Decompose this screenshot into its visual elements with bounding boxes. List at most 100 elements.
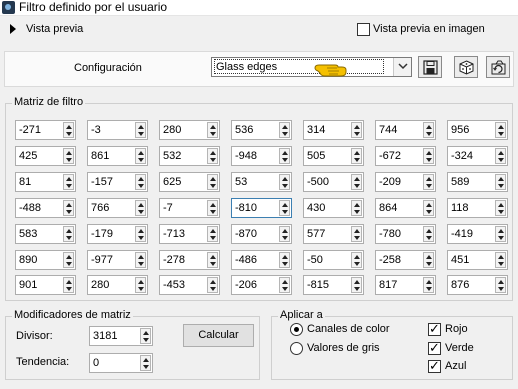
green-checkbox[interactable] xyxy=(428,340,441,356)
matrix-cell-spinner-arrows[interactable] xyxy=(351,200,362,216)
blue-label[interactable]: Azul xyxy=(445,359,466,374)
matrix-cell[interactable]: 956 xyxy=(447,120,508,140)
matrix-cell[interactable]: 81 xyxy=(15,172,76,192)
matrix-cell-value[interactable]: 118 xyxy=(451,201,469,216)
image-preview-checkbox[interactable] xyxy=(357,23,370,36)
matrix-cell-spinner-arrows[interactable] xyxy=(207,148,218,164)
matrix-cell[interactable]: 625 xyxy=(159,172,220,192)
matrix-cell-value[interactable]: -271 xyxy=(19,123,41,138)
matrix-cell-spinner-arrows[interactable] xyxy=(63,252,74,268)
matrix-cell[interactable]: 425 xyxy=(15,146,76,166)
matrix-cell-spinner-arrows[interactable] xyxy=(351,148,362,164)
matrix-cell[interactable]: 766 xyxy=(87,198,148,218)
matrix-cell-value[interactable]: 53 xyxy=(235,175,247,190)
matrix-cell[interactable]: 577 xyxy=(303,224,364,244)
matrix-cell-value[interactable]: -179 xyxy=(91,227,113,242)
matrix-cell[interactable]: 314 xyxy=(303,120,364,140)
matrix-cell-value[interactable]: 625 xyxy=(163,175,181,190)
matrix-cell-value[interactable]: 766 xyxy=(91,201,109,216)
matrix-cell-value[interactable]: -324 xyxy=(451,149,473,164)
matrix-cell[interactable]: -157 xyxy=(87,172,148,192)
reset-button[interactable] xyxy=(486,56,510,78)
matrix-cell[interactable]: 451 xyxy=(447,250,508,270)
matrix-cell[interactable]: -672 xyxy=(375,146,436,166)
matrix-cell-value[interactable]: -209 xyxy=(379,175,401,190)
matrix-cell-spinner-arrows[interactable] xyxy=(135,122,146,138)
matrix-cell[interactable]: -948 xyxy=(231,146,292,166)
matrix-cell-spinner-arrows[interactable] xyxy=(63,122,74,138)
matrix-cell[interactable]: 532 xyxy=(159,146,220,166)
matrix-cell[interactable]: -209 xyxy=(375,172,436,192)
matrix-cell-spinner-arrows[interactable] xyxy=(495,252,506,268)
matrix-cell-spinner-arrows[interactable] xyxy=(351,277,362,293)
matrix-cell-value[interactable]: 425 xyxy=(19,149,37,164)
matrix-cell[interactable]: -870 xyxy=(231,224,292,244)
matrix-cell-spinner-arrows[interactable] xyxy=(135,174,146,190)
matrix-cell-spinner-arrows[interactable] xyxy=(423,174,434,190)
matrix-cell-spinner-arrows[interactable] xyxy=(279,226,290,242)
matrix-cell-spinner-arrows[interactable] xyxy=(423,277,434,293)
matrix-cell-value[interactable]: -488 xyxy=(19,201,41,216)
matrix-cell[interactable]: -3 xyxy=(87,120,148,140)
matrix-cell-value[interactable]: -672 xyxy=(379,149,401,164)
matrix-cell[interactable]: 536 xyxy=(231,120,292,140)
matrix-cell-spinner-arrows[interactable] xyxy=(135,148,146,164)
matrix-cell[interactable]: 901 xyxy=(15,275,76,295)
color-channels-label[interactable]: Canales de color xyxy=(307,322,390,337)
matrix-cell-spinner-arrows[interactable] xyxy=(135,277,146,293)
matrix-cell-spinner-arrows[interactable] xyxy=(135,252,146,268)
matrix-cell-value[interactable]: -486 xyxy=(235,253,257,268)
matrix-cell-spinner-arrows[interactable] xyxy=(279,200,290,216)
config-dropdown-button[interactable] xyxy=(393,58,411,76)
matrix-cell[interactable]: -977 xyxy=(87,250,148,270)
matrix-cell[interactable]: 861 xyxy=(87,146,148,166)
expand-triangle-icon[interactable] xyxy=(10,24,16,34)
matrix-cell-spinner-arrows[interactable] xyxy=(351,252,362,268)
matrix-cell[interactable]: -271 xyxy=(15,120,76,140)
matrix-cell-value[interactable]: -3 xyxy=(91,123,101,138)
matrix-cell[interactable]: 864 xyxy=(375,198,436,218)
matrix-cell[interactable]: -486 xyxy=(231,250,292,270)
matrix-cell-spinner-arrows[interactable] xyxy=(207,252,218,268)
matrix-cell[interactable]: -7 xyxy=(159,198,220,218)
matrix-cell-value[interactable]: -948 xyxy=(235,149,257,164)
matrix-cell-value[interactable]: 451 xyxy=(451,253,469,268)
matrix-cell[interactable]: -815 xyxy=(303,275,364,295)
matrix-cell-value[interactable]: 890 xyxy=(19,253,37,268)
matrix-cell-value[interactable]: -7 xyxy=(163,201,173,216)
divisor-value[interactable]: 3181 xyxy=(93,329,117,344)
matrix-cell-value[interactable]: 280 xyxy=(91,278,109,293)
matrix-cell[interactable]: 53 xyxy=(231,172,292,192)
matrix-cell-spinner-arrows[interactable] xyxy=(423,252,434,268)
matrix-cell-spinner-arrows[interactable] xyxy=(279,122,290,138)
matrix-cell[interactable]: 876 xyxy=(447,275,508,295)
matrix-cell-value[interactable]: -500 xyxy=(307,175,329,190)
matrix-cell-spinner-arrows[interactable] xyxy=(423,122,434,138)
matrix-cell[interactable]: -713 xyxy=(159,224,220,244)
matrix-cell-value[interactable]: 817 xyxy=(379,278,397,293)
matrix-cell[interactable]: 890 xyxy=(15,250,76,270)
matrix-cell-value[interactable]: 430 xyxy=(307,201,325,216)
matrix-cell-value[interactable]: 861 xyxy=(91,149,109,164)
matrix-cell-spinner-arrows[interactable] xyxy=(495,200,506,216)
divisor-field[interactable]: 3181 xyxy=(89,326,153,346)
matrix-cell[interactable]: 744 xyxy=(375,120,436,140)
matrix-cell[interactable]: -258 xyxy=(375,250,436,270)
matrix-cell-value[interactable]: 577 xyxy=(307,227,325,242)
config-select-value[interactable]: Glass edges xyxy=(214,59,384,74)
matrix-cell[interactable]: 430 xyxy=(303,198,364,218)
color-channels-radio[interactable] xyxy=(290,323,303,336)
matrix-cell-spinner-arrows[interactable] xyxy=(279,148,290,164)
gray-values-label[interactable]: Valores de gris xyxy=(307,341,380,356)
matrix-cell[interactable]: -453 xyxy=(159,275,220,295)
matrix-cell-spinner-arrows[interactable] xyxy=(63,226,74,242)
matrix-cell-value[interactable]: -206 xyxy=(235,278,257,293)
matrix-cell-spinner-arrows[interactable] xyxy=(351,226,362,242)
matrix-cell-value[interactable]: 536 xyxy=(235,123,253,138)
green-label[interactable]: Verde xyxy=(445,341,474,356)
matrix-cell-value[interactable]: 744 xyxy=(379,123,397,138)
matrix-cell-value[interactable]: -278 xyxy=(163,253,185,268)
matrix-cell-spinner-arrows[interactable] xyxy=(63,200,74,216)
matrix-cell-value[interactable]: 864 xyxy=(379,201,397,216)
image-preview-label[interactable]: Vista previa en imagen xyxy=(373,22,485,37)
